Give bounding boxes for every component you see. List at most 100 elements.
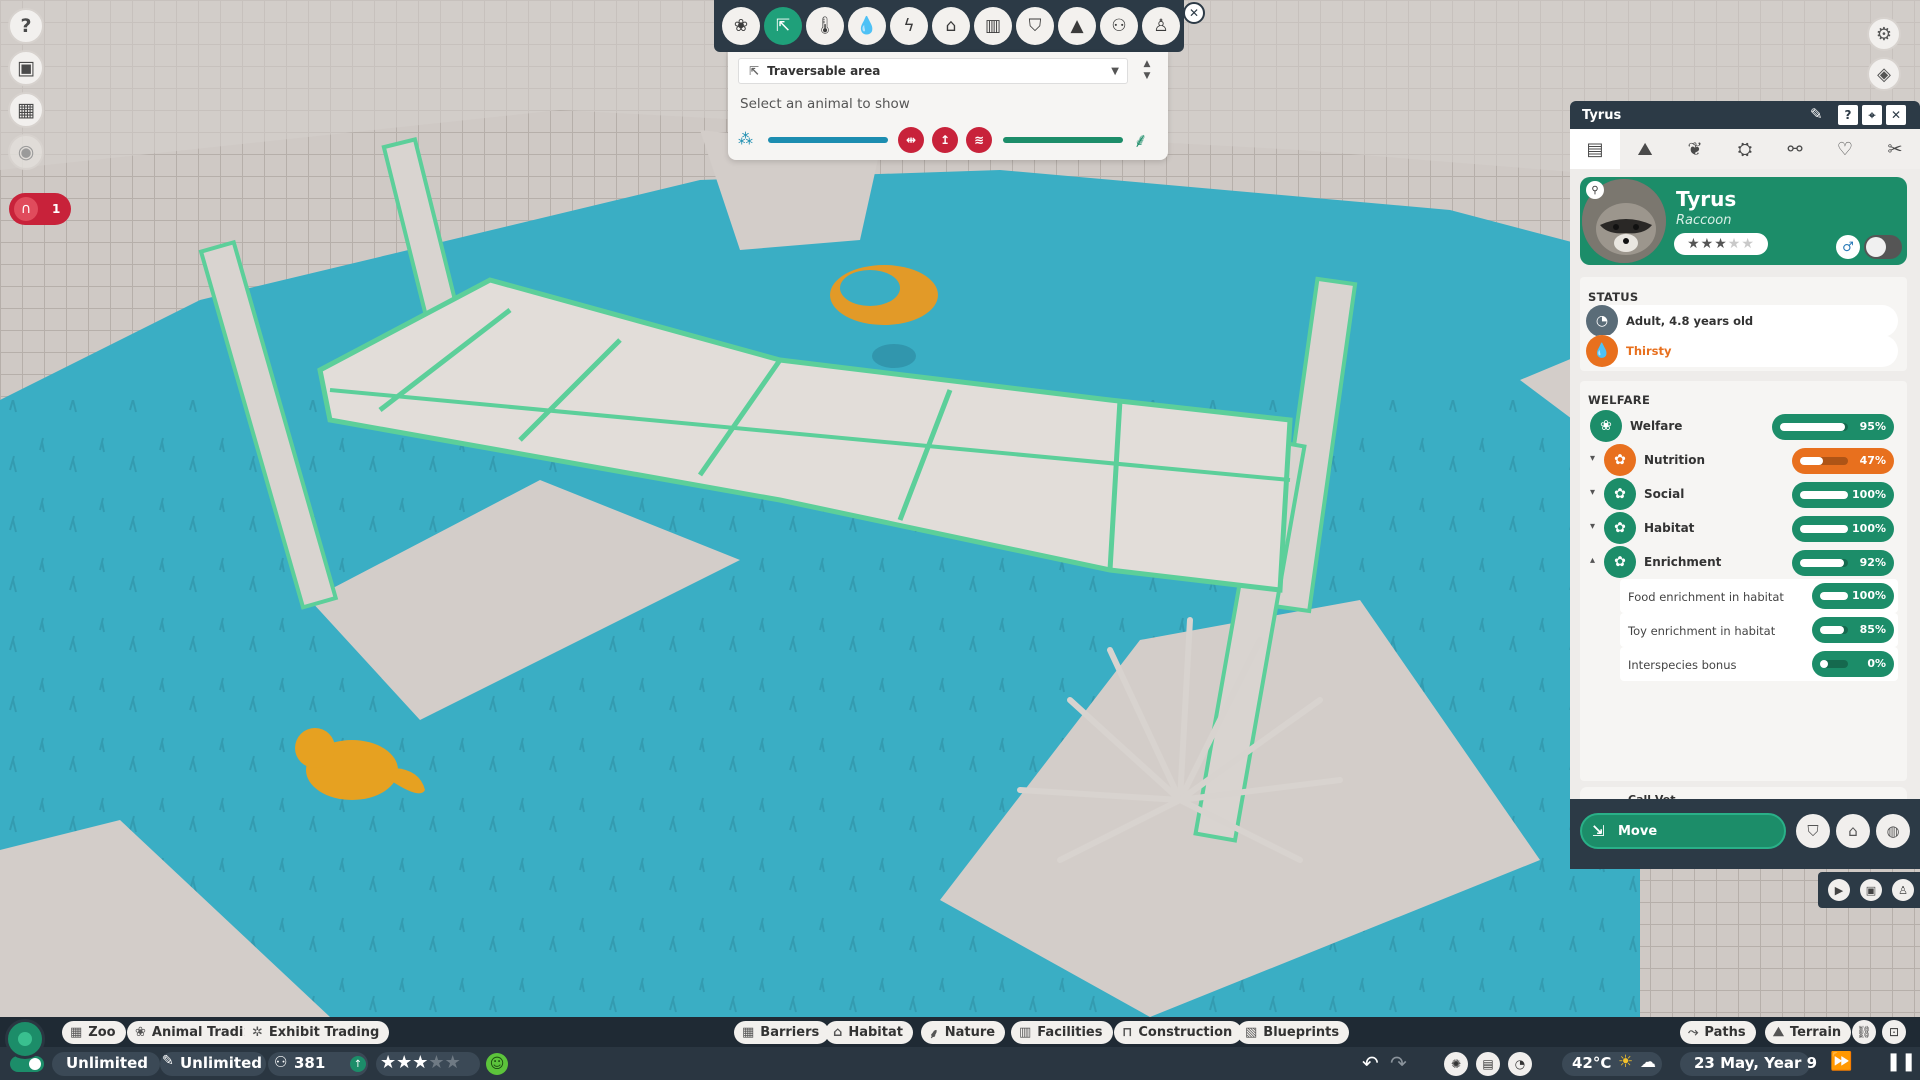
- link-icon: ⛓: [1856, 1025, 1872, 1039]
- status-text: Thirsty: [1626, 344, 1672, 358]
- location-pin-icon: ⌖: [1868, 107, 1876, 122]
- tab-tools[interactable]: ✂: [1870, 129, 1920, 169]
- expand-caret-icon[interactable]: ▾: [1590, 453, 1595, 464]
- close-icon: ✕: [1890, 108, 1902, 122]
- fast-forward-icon[interactable]: ⏩: [1830, 1051, 1852, 1072]
- expand-caret-icon[interactable]: ▾: [1590, 521, 1595, 532]
- overlay-tool-paw[interactable]: ❀: [722, 7, 760, 45]
- locate-button[interactable]: ⌖: [1862, 105, 1882, 125]
- transfer-button[interactable]: ⌂: [1836, 814, 1870, 848]
- pause-icon[interactable]: ❚❚: [1886, 1051, 1916, 1072]
- star-icon: ★: [396, 1052, 413, 1073]
- overlay-tool-traversable-area[interactable]: ⇱: [764, 7, 802, 45]
- habitat-alert-icon: ∩: [14, 197, 38, 221]
- menu-paths[interactable]: ⤳ Paths: [1680, 1021, 1756, 1044]
- frame-icon: ⊡: [1888, 1025, 1900, 1039]
- menu-label: Barriers: [760, 1025, 820, 1040]
- animal-panel-title: Tyrus: [1582, 107, 1622, 123]
- overlay-type-dropdown[interactable]: ⇱ Traversable area ▼: [738, 58, 1128, 84]
- camera-mode-button[interactable]: ◈: [1867, 57, 1901, 91]
- rename-button[interactable]: ✎: [1810, 105, 1823, 123]
- overlay-tool-staff[interactable]: ♙: [1142, 7, 1180, 45]
- plant-icon: ❦: [1687, 138, 1703, 160]
- release-button[interactable]: ⛉: [1796, 814, 1830, 848]
- tab-genetics[interactable]: ⚯: [1770, 129, 1820, 169]
- menu-construction[interactable]: ⊓ Construction: [1114, 1021, 1243, 1044]
- menu-exhibit-trading[interactable]: ✲ Exhibit Trading: [244, 1021, 390, 1044]
- menu-facilities[interactable]: ▥ Facilities: [1011, 1021, 1113, 1044]
- overlay-type-value: Traversable area: [767, 64, 881, 78]
- no-jump-icon: ≋: [966, 127, 992, 153]
- need-row-nutrition[interactable]: ▾ ✿ Nutrition 47%: [1586, 443, 1898, 477]
- expand-menu-button[interactable]: ⛓: [1852, 1020, 1876, 1044]
- security-icon: ⛉: [1028, 16, 1042, 36]
- overlay-stepper[interactable]: ▲ ▼: [1138, 58, 1156, 84]
- progress-bar: 92%: [1792, 550, 1894, 576]
- photo-button[interactable]: ▣: [1860, 879, 1882, 901]
- heatmap-button[interactable]: ✺: [1444, 1052, 1468, 1076]
- need-row-enrichment[interactable]: ▴ ✿ Enrichment 92%: [1586, 545, 1898, 579]
- expand-caret-icon[interactable]: ▴: [1590, 555, 1595, 566]
- enrichment-label: Food enrichment in habitat: [1628, 590, 1784, 604]
- overlay-tool-facility[interactable]: ▥: [974, 7, 1012, 45]
- expand-caret-icon[interactable]: ▾: [1590, 487, 1595, 498]
- overlay-tool-education[interactable]: ▲: [1058, 7, 1096, 45]
- welfare-row: ❀ Welfare 95%: [1586, 409, 1898, 443]
- need-row-social[interactable]: ▾ ✿ Social 100%: [1586, 477, 1898, 511]
- trade-button[interactable]: ◍: [1876, 814, 1910, 848]
- camera-photo-button[interactable]: ◔: [1508, 1052, 1532, 1076]
- menu-blueprints[interactable]: ▧ Blueprints: [1237, 1021, 1350, 1044]
- tab-enrichment[interactable]: ⛭: [1720, 129, 1770, 169]
- menu-label: Construction: [1138, 1025, 1233, 1040]
- overlay-toolbar: ❀ ⇱ 🌡 💧 ϟ ⌂ ▥ ⛉ ▲ ⚇ ♙: [714, 0, 1184, 52]
- star-icon: ★: [428, 1052, 445, 1073]
- need-label: Nutrition: [1644, 453, 1705, 467]
- tasks-button[interactable]: ▤: [1476, 1052, 1500, 1076]
- welfare-title: WELFARE: [1588, 393, 1651, 407]
- nature-icon: ⸙: [929, 1026, 939, 1042]
- menu-barriers[interactable]: ▦ Barriers: [734, 1021, 830, 1044]
- undo-icon[interactable]: ↶: [1362, 1051, 1379, 1075]
- thirst-icon: 💧: [1586, 335, 1618, 367]
- photo-mode-button[interactable]: ⊡: [1882, 1020, 1906, 1044]
- progress-value: 100%: [1852, 522, 1886, 535]
- education-icon: ▲: [1070, 16, 1084, 36]
- close-panel-button[interactable]: ✕: [1886, 105, 1906, 125]
- overlay-tool-temperature[interactable]: 🌡: [806, 7, 844, 45]
- help-button[interactable]: ?: [8, 8, 44, 44]
- menu-nature[interactable]: ⸙ Nature: [921, 1021, 1006, 1044]
- tab-social[interactable]: ♡: [1820, 129, 1870, 169]
- overlay-tool-water[interactable]: 💧: [848, 7, 886, 45]
- tab-plant[interactable]: ❦: [1670, 129, 1720, 169]
- settings-button[interactable]: ⚙: [1867, 17, 1901, 51]
- tab-terrain[interactable]: ⛰: [1620, 129, 1670, 169]
- follow-camera-button[interactable]: ▶: [1828, 879, 1850, 901]
- overlay-tool-security[interactable]: ⛉: [1016, 7, 1054, 45]
- shield-icon: ⛉: [1807, 822, 1819, 840]
- progress-bar: 47%: [1792, 448, 1894, 474]
- visibility-button[interactable]: ◉: [8, 134, 44, 170]
- overlay-close-button[interactable]: ✕: [1183, 2, 1205, 24]
- menu-terrain[interactable]: ⛰ Terrain: [1765, 1021, 1852, 1044]
- paw-icon: ❀: [135, 1025, 146, 1040]
- habitat-alert[interactable]: ∩ 1: [9, 193, 71, 225]
- move-button[interactable]: ⇲ Move: [1580, 813, 1786, 849]
- help-panel-button[interactable]: ?: [1838, 105, 1858, 125]
- menu-zoo[interactable]: ▦ Zoo: [62, 1021, 126, 1044]
- zoo-guide-button[interactable]: ▣: [8, 50, 44, 86]
- need-row-habitat[interactable]: ▾ ✿ Habitat 100%: [1586, 511, 1898, 545]
- overlay-tool-power[interactable]: ϟ: [890, 7, 928, 45]
- zoo-home-button[interactable]: [5, 1019, 45, 1059]
- menu-label: Nature: [944, 1025, 996, 1040]
- progress-value: 100%: [1852, 488, 1886, 501]
- calendar-button[interactable]: ▦: [8, 92, 44, 128]
- menu-habitat[interactable]: ⌂ Habitat: [825, 1021, 913, 1044]
- contraception-toggle[interactable]: [1864, 235, 1902, 259]
- redo-icon[interactable]: ↷: [1390, 1051, 1407, 1075]
- overlay-tool-guests[interactable]: ⚇: [1100, 7, 1138, 45]
- feed-button[interactable]: ♙: [1892, 879, 1914, 901]
- move-label: Move: [1618, 823, 1658, 839]
- overlay-tool-shelter[interactable]: ⌂: [932, 7, 970, 45]
- happiness-icon: ☺: [486, 1053, 508, 1075]
- tab-info[interactable]: ▤: [1570, 129, 1620, 169]
